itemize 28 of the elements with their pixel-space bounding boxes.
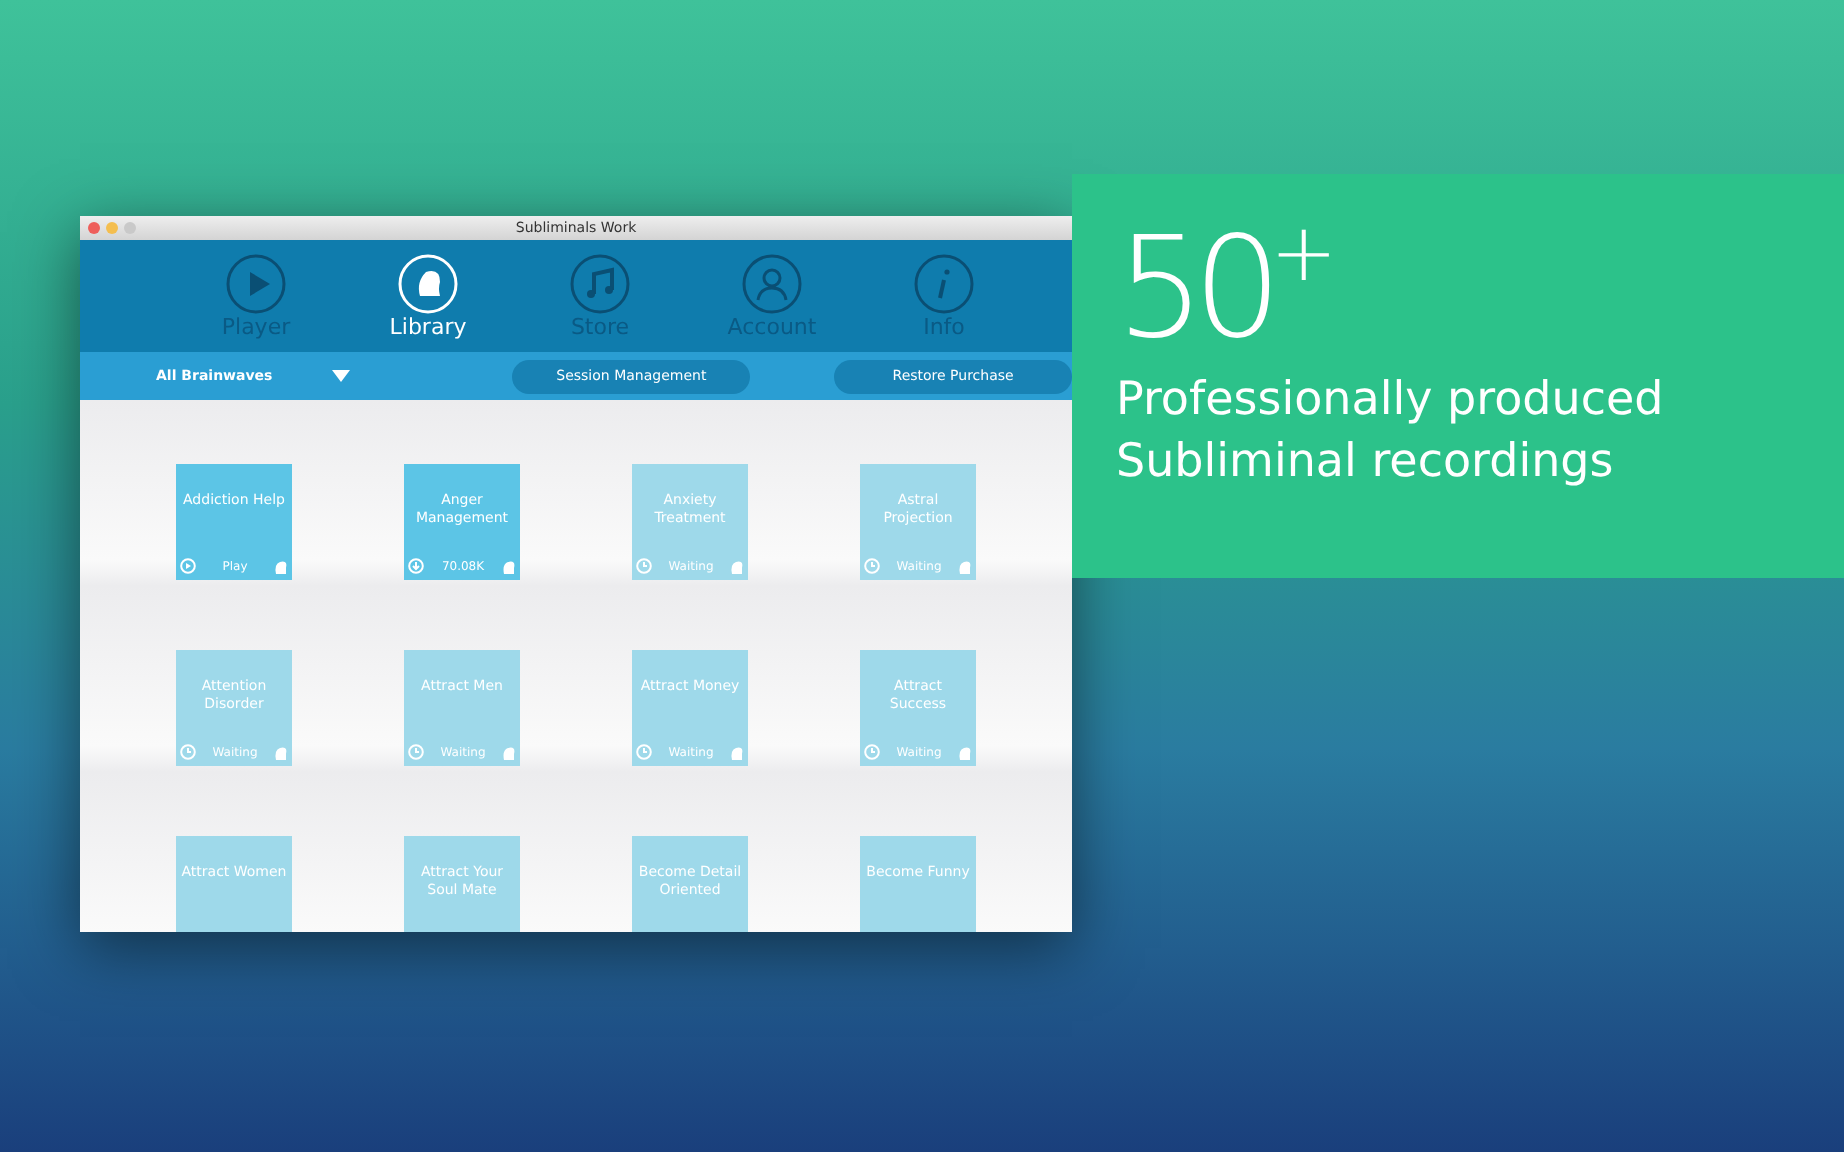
- play-icon: [226, 253, 286, 313]
- banner-headline: 50$^{+}$: [1116, 214, 1329, 358]
- head-icon: [730, 559, 744, 573]
- head-icon: [730, 745, 744, 759]
- clock-icon: [180, 744, 196, 760]
- zoom-button[interactable]: [124, 222, 136, 234]
- caret-icon: [332, 370, 351, 382]
- head-icon: [398, 253, 458, 313]
- clock-icon: [864, 744, 880, 760]
- close-button[interactable]: [88, 222, 100, 234]
- person-icon: [742, 253, 802, 313]
- clock-icon: [864, 558, 880, 574]
- info-icon: [914, 253, 974, 313]
- nav-tab[interactable]: Library: [378, 240, 478, 352]
- head-icon: [502, 559, 516, 573]
- head-icon: [274, 745, 288, 759]
- head-icon: [502, 745, 516, 759]
- play-icon: [180, 558, 196, 574]
- download-icon: [408, 558, 424, 574]
- clock-icon: [408, 744, 424, 760]
- minimize-button[interactable]: [106, 222, 118, 234]
- music-note-icon: [570, 253, 630, 313]
- clock-icon: [636, 744, 652, 760]
- head-icon: [274, 559, 288, 573]
- clock-icon: [636, 558, 652, 574]
- head-icon: [958, 745, 972, 759]
- head-icon: [958, 559, 972, 573]
- banner-text: Professionally produced Subliminal recordings: [1116, 372, 1666, 493]
